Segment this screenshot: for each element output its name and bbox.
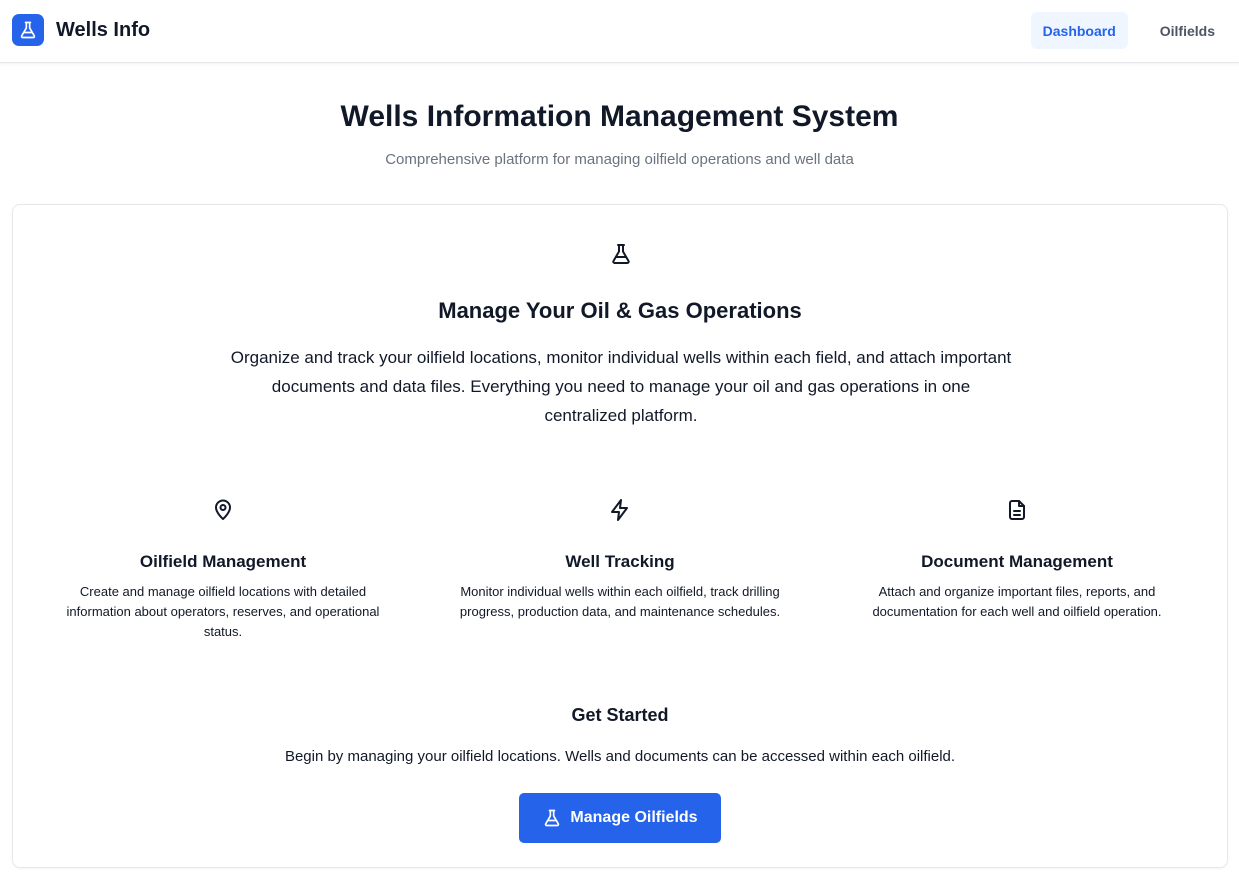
map-pin-icon	[215, 499, 231, 520]
button-label: Manage Oilfields	[570, 809, 698, 826]
flask-icon	[545, 809, 560, 827]
document-icon	[1009, 500, 1025, 520]
feature-description: Create and manage oilfield locations wit…	[66, 584, 380, 639]
get-started-text: Begin by managing your oilfield location…	[284, 748, 956, 765]
feature-description: Attach and organize important files, rep…	[872, 584, 1162, 619]
feature-document-management: Document Management Attach and organize …	[847, 498, 1187, 622]
hero-title: Manage Your Oil & Gas Operations	[438, 298, 802, 323]
brand-name: Wells Info	[56, 18, 151, 41]
feature-description: Monitor individual wells within each oil…	[459, 584, 781, 619]
get-started-title: Get Started	[571, 705, 669, 725]
overview-card: Manage Your Oil & Gas Operations Organiz…	[12, 204, 1228, 868]
page-subtitle: Comprehensive platform for managing oilf…	[385, 151, 854, 168]
manage-oilfields-button[interactable]: Manage Oilfields	[519, 793, 721, 843]
feature-title: Well Tracking	[565, 552, 675, 571]
lightning-icon	[611, 499, 628, 521]
top-navbar: Wells Info Dashboard Oilfields	[0, 0, 1239, 63]
hero-description: Organize and track your oilfield locatio…	[230, 348, 1012, 425]
brand[interactable]: Wells Info	[12, 14, 150, 46]
flask-icon	[12, 14, 44, 46]
feature-title: Document Management	[921, 552, 1113, 571]
feature-oilfield-management: Oilfield Management Create and manage oi…	[53, 498, 393, 642]
feature-title: Oilfield Management	[139, 552, 307, 571]
feature-well-tracking: Well Tracking Monitor individual wells w…	[450, 498, 790, 622]
flask-icon	[612, 244, 630, 265]
nav-item-oilfields[interactable]: Oilfields	[1148, 12, 1227, 49]
nav-links: Dashboard Oilfields	[1011, 12, 1227, 49]
page-title: Wells Information Management System	[340, 100, 899, 133]
nav-item-dashboard[interactable]: Dashboard	[1030, 12, 1128, 49]
